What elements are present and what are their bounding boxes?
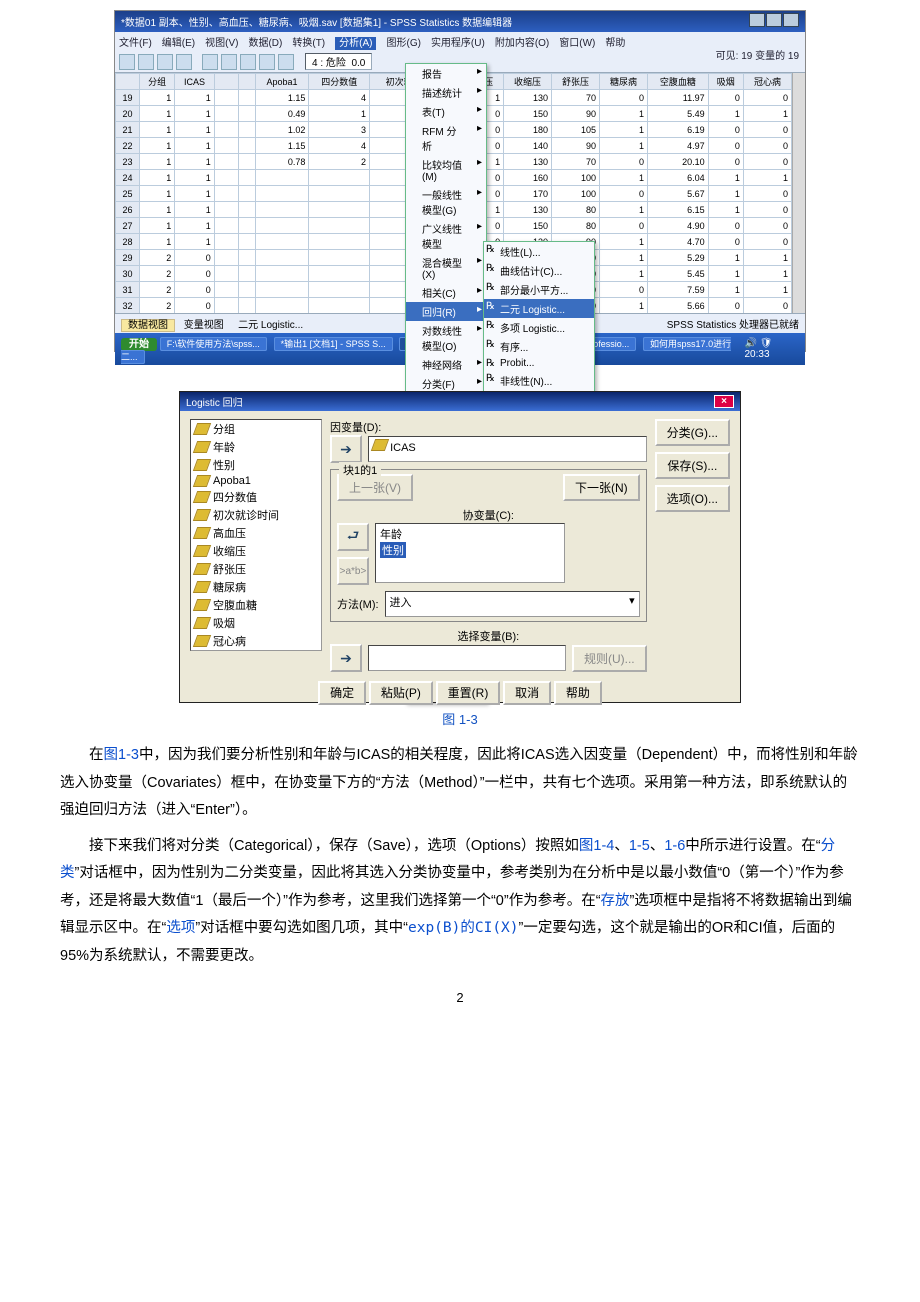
system-tray[interactable]: 🔊 🛡 20:33 bbox=[745, 338, 800, 360]
rule-button[interactable]: 规则(U)... bbox=[572, 645, 647, 672]
window-controls[interactable] bbox=[748, 13, 799, 30]
next-block-button[interactable]: 下一张(N) bbox=[563, 474, 640, 501]
options-button[interactable]: 选项(O)... bbox=[655, 485, 730, 512]
covariates-label: 协变量(C): bbox=[337, 507, 640, 523]
tab-variable-view[interactable]: 变量视图 bbox=[178, 320, 230, 331]
status-breadcrumb: 二元 Logistic... bbox=[238, 320, 303, 331]
vertical-scrollbar[interactable] bbox=[792, 73, 805, 313]
clock: 20:33 bbox=[745, 349, 770, 360]
ok-button[interactable]: 确定 bbox=[318, 681, 366, 705]
dialog-title: Logistic 回归 bbox=[186, 394, 243, 409]
select-var-field[interactable] bbox=[368, 645, 566, 671]
paragraph-2: 接下来我们将对分类（Categorical），保存（Save），选项（Optio… bbox=[60, 833, 860, 971]
visible-count: 可见: 19 变量的 19 bbox=[716, 47, 799, 62]
menubar[interactable]: 文件(F)编辑(E)视图(V)数据(D)转换(T)分析(A)图形(G)实用程序(… bbox=[115, 32, 805, 51]
prev-block-button[interactable]: 上一张(V) bbox=[337, 474, 413, 501]
reset-button[interactable]: 重置(R) bbox=[436, 681, 501, 705]
categorical-button[interactable]: 分类(G)... bbox=[655, 419, 730, 446]
close-icon[interactable]: × bbox=[714, 395, 734, 408]
covariates-field[interactable]: 年龄 性别 bbox=[375, 523, 565, 583]
select-var-label: 选择变量(B): bbox=[330, 628, 647, 644]
dependent-field[interactable]: ICAS bbox=[368, 436, 647, 462]
window-titlebar: *数据01 副本、性别、高血压、糖尿病、吸烟.sav [数据集1] - SPSS… bbox=[115, 11, 805, 32]
figure-caption-1-3: 图 1-3 bbox=[60, 709, 860, 728]
variable-list[interactable]: 分组年龄性别Apoba1四分数值初次就诊时间高血压收缩压舒张压糖尿病空腹血糖吸烟… bbox=[190, 419, 322, 651]
dependent-label: 因变量(D): bbox=[330, 419, 647, 435]
spss-data-editor-screenshot: *数据01 副本、性别、高血压、糖尿病、吸烟.sav [数据集1] - SPSS… bbox=[114, 10, 806, 352]
page-number: 2 bbox=[60, 990, 860, 1005]
save-button[interactable]: 保存(S)... bbox=[655, 452, 730, 479]
logistic-regression-dialog: Logistic 回归 × 分组年龄性别Apoba1四分数值初次就诊时间高血压收… bbox=[179, 391, 741, 703]
move-dependent-button[interactable]: ➔ bbox=[330, 435, 362, 463]
move-select-button[interactable]: ➔ bbox=[330, 644, 362, 672]
paste-button[interactable]: 粘贴(P) bbox=[369, 681, 433, 705]
cell-address[interactable]: 4 : 危险 0.0 bbox=[305, 53, 372, 70]
block-label: 块1的1 bbox=[339, 462, 381, 478]
method-label: 方法(M): bbox=[337, 596, 379, 612]
cancel-button[interactable]: 取消 bbox=[503, 681, 551, 705]
window-title: *数据01 副本、性别、高血压、糖尿病、吸烟.sav [数据集1] - SPSS… bbox=[121, 14, 512, 29]
interaction-button[interactable]: >a*b> bbox=[337, 557, 369, 585]
status-processor: SPSS Statistics 处理器已就绪 bbox=[667, 316, 799, 331]
chevron-down-icon: ▾ bbox=[629, 594, 635, 614]
help-button[interactable]: 帮助 bbox=[554, 681, 602, 705]
method-select[interactable]: 进入▾ bbox=[385, 591, 640, 617]
move-covariate-button[interactable]: ⮐ bbox=[337, 523, 369, 551]
paragraph-1: 在图1-3中，因为我们要分析性别和年龄与ICAS的相关程度，因此将ICAS选入因… bbox=[60, 742, 860, 825]
tab-data-view[interactable]: 数据视图 bbox=[121, 319, 175, 332]
